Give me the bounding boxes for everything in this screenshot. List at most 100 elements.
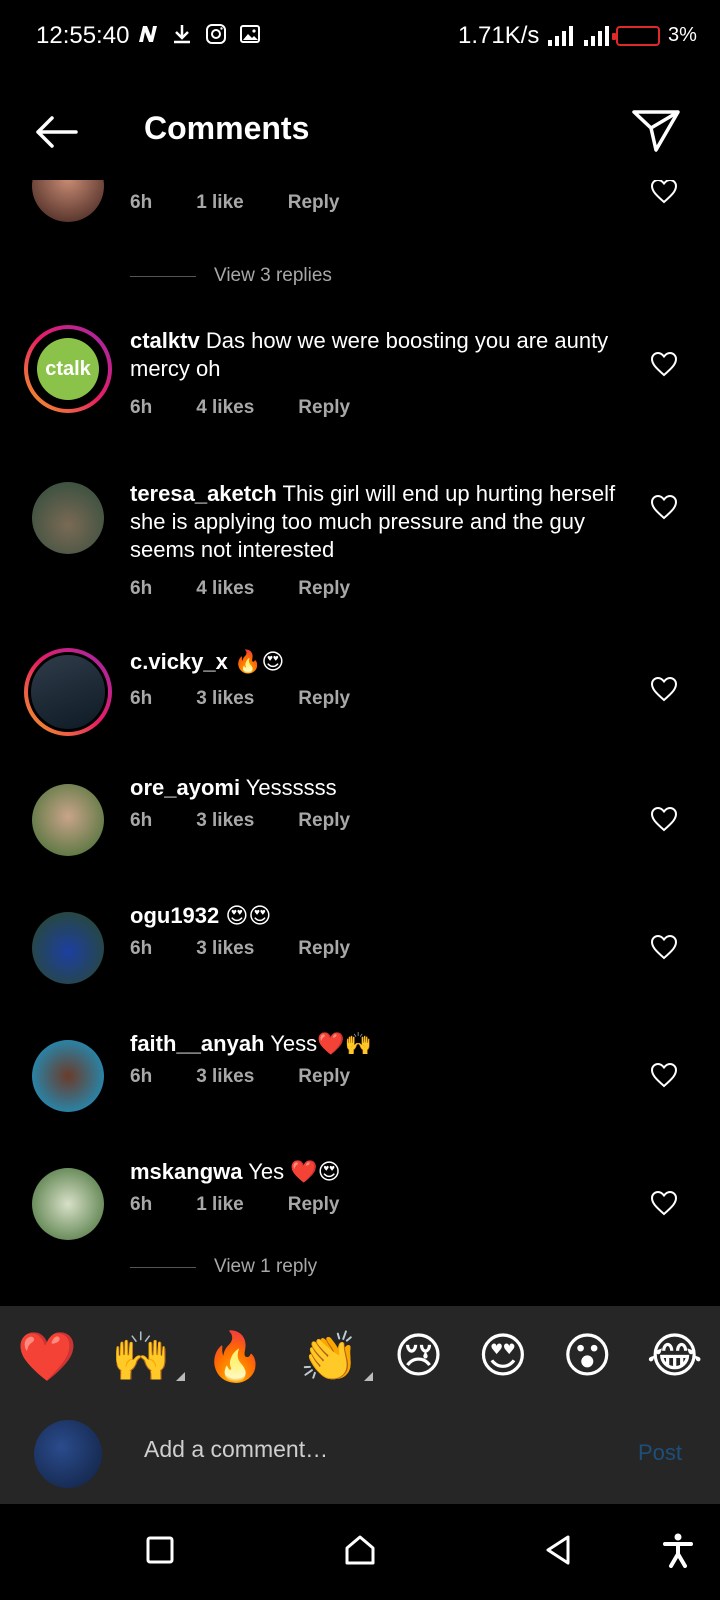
red-heart-emoji[interactable]: ❤️ <box>17 1328 77 1385</box>
reply-button[interactable]: Reply <box>298 938 350 960</box>
view-replies-link[interactable]: View 3 replies <box>130 265 332 287</box>
gallery-icon <box>240 25 260 43</box>
post-button[interactable]: Post <box>638 1440 682 1466</box>
comment-time: 6h <box>130 192 153 213</box>
comment-likes[interactable]: 4 likes <box>196 397 254 419</box>
heart-icon[interactable] <box>650 1190 678 1216</box>
comment-meta: 6h 4 likes Reply <box>130 397 394 419</box>
comment-item: ogu1932 😍😍 6h 3 likes Reply <box>0 903 720 1012</box>
reply-button[interactable]: Reply <box>288 192 340 214</box>
status-notification-icons <box>136 22 262 46</box>
comment-text: mskangwa Yes ❤️😍 <box>130 1158 620 1186</box>
recent-apps-icon[interactable] <box>142 1532 178 1568</box>
avatar[interactable] <box>32 1040 104 1112</box>
back-arrow-icon[interactable] <box>30 106 82 158</box>
comment-username[interactable]: faith__anyah <box>130 1031 265 1056</box>
comment-username[interactable]: ore_ayomi <box>130 775 240 800</box>
comment-likes[interactable]: 3 likes <box>196 938 254 960</box>
comment-time: 6h <box>130 1194 153 1215</box>
comment-item: ore_ayomi Yessssss 6h 3 likes Reply <box>0 775 720 884</box>
comment-likes[interactable]: 1 like <box>196 192 244 214</box>
emoji-reaction-bar: ❤️ 🙌 🔥 👏 😢 😍 😮 😂 <box>0 1306 720 1406</box>
laughing-tears-emoji[interactable]: 😂 <box>647 1328 703 1384</box>
comment-username[interactable]: teresa_aketch <box>130 481 277 506</box>
comment-item: teresa_aketch This girl will end up hurt… <box>0 480 720 630</box>
send-icon[interactable] <box>630 104 682 156</box>
view-replies-link[interactable]: View 1 reply <box>130 1256 317 1278</box>
battery-icon <box>612 26 660 46</box>
heart-icon[interactable] <box>650 1062 678 1088</box>
clapping-hands-emoji[interactable]: 👏 <box>299 1328 374 1385</box>
reply-button[interactable]: Reply <box>298 397 350 419</box>
comment-meta: 6h 4 likes Reply <box>130 578 394 600</box>
comment-body: 😍😍 <box>225 903 272 928</box>
divider-line <box>130 275 196 277</box>
comment-item: mskangwa Yes ❤️😍 6h 1 like Reply <box>0 1159 720 1268</box>
comment-likes[interactable]: 1 like <box>196 1194 244 1216</box>
comment-meta: 6h 3 likes Reply <box>130 1066 394 1088</box>
comment-likes[interactable]: 4 likes <box>196 578 254 600</box>
view-replies-label: View 1 reply <box>214 1256 318 1277</box>
comment-text: teresa_aketch This girl will end up hurt… <box>130 480 620 564</box>
system-nav-bar <box>0 1504 720 1600</box>
comment-meta: 6h 3 likes Reply <box>130 810 394 832</box>
back-nav-icon[interactable] <box>540 1532 576 1568</box>
avatar[interactable] <box>32 784 104 856</box>
comment-username[interactable]: ctalktv <box>130 328 200 353</box>
comment-username[interactable]: mskangwa <box>130 1159 243 1184</box>
accessibility-icon[interactable] <box>660 1532 696 1568</box>
comment-time: 6h <box>130 397 153 418</box>
comment-time: 6h <box>130 688 153 709</box>
signal-icon <box>548 24 612 46</box>
raising-hands-glyph: 🙌 <box>111 1330 172 1384</box>
reply-button[interactable]: Reply <box>298 810 350 832</box>
comment-meta: 6h 3 likes Reply <box>130 938 394 960</box>
heart-icon[interactable] <box>650 494 678 520</box>
comment-text: ogu1932 😍😍 <box>130 902 620 930</box>
avatar[interactable] <box>32 1168 104 1240</box>
crying-face-emoji[interactable]: 😢 <box>394 1328 444 1384</box>
comment-item: ctalk ctalktv Das how we were boosting y… <box>0 325 720 455</box>
comment-input[interactable]: Add a comment… <box>144 1436 328 1463</box>
comment-item: 6h 1 like Reply <box>0 180 720 250</box>
heart-icon[interactable] <box>650 180 678 204</box>
clapping-hands-glyph: 👏 <box>299 1330 360 1384</box>
header: Comments <box>0 80 720 180</box>
avatar[interactable] <box>32 180 104 222</box>
raising-hands-emoji[interactable]: 🙌 <box>111 1328 186 1385</box>
heart-icon[interactable] <box>650 934 678 960</box>
n-app-icon <box>139 26 157 42</box>
reply-button[interactable]: Reply <box>288 1194 340 1216</box>
avatar[interactable] <box>24 648 112 736</box>
comment-likes[interactable]: 3 likes <box>196 688 254 710</box>
status-time: 12:55:40 <box>36 22 130 49</box>
comment-body: Yes ❤️😍 <box>248 1159 341 1184</box>
surprised-face-emoji[interactable]: 😮 <box>562 1328 612 1384</box>
comment-body: Yessssss <box>245 775 337 800</box>
comment-item: faith__anyah Yess❤️🙌 6h 3 likes Reply <box>0 1031 720 1140</box>
home-icon[interactable] <box>342 1532 378 1568</box>
fire-emoji[interactable]: 🔥 <box>205 1328 265 1385</box>
page-title: Comments <box>144 110 310 146</box>
heart-eyes-emoji[interactable]: 😍 <box>478 1328 528 1384</box>
user-avatar[interactable] <box>34 1420 102 1488</box>
instagram-icon <box>206 24 226 44</box>
reply-button[interactable]: Reply <box>298 578 350 600</box>
reply-button[interactable]: Reply <box>298 688 350 710</box>
comments-list[interactable]: 6h 1 like Reply View 3 replies ctalk cta… <box>0 180 720 1305</box>
avatar[interactable]: ctalk <box>24 325 112 413</box>
comment-username[interactable]: ogu1932 <box>130 903 219 928</box>
skin-tone-indicator-icon <box>176 1371 186 1381</box>
heart-icon[interactable] <box>650 676 678 702</box>
avatar[interactable] <box>32 912 104 984</box>
avatar[interactable] <box>32 482 104 554</box>
comment-text: c.vicky_x 🔥😍 <box>130 648 620 676</box>
comment-likes[interactable]: 3 likes <box>196 1066 254 1088</box>
comment-time: 6h <box>130 1066 153 1087</box>
heart-icon[interactable] <box>650 806 678 832</box>
comment-username[interactable]: c.vicky_x <box>130 649 228 674</box>
reply-button[interactable]: Reply <box>298 1066 350 1088</box>
comment-likes[interactable]: 3 likes <box>196 810 254 832</box>
heart-icon[interactable] <box>650 351 678 377</box>
battery-percentage: 3% <box>668 24 697 46</box>
